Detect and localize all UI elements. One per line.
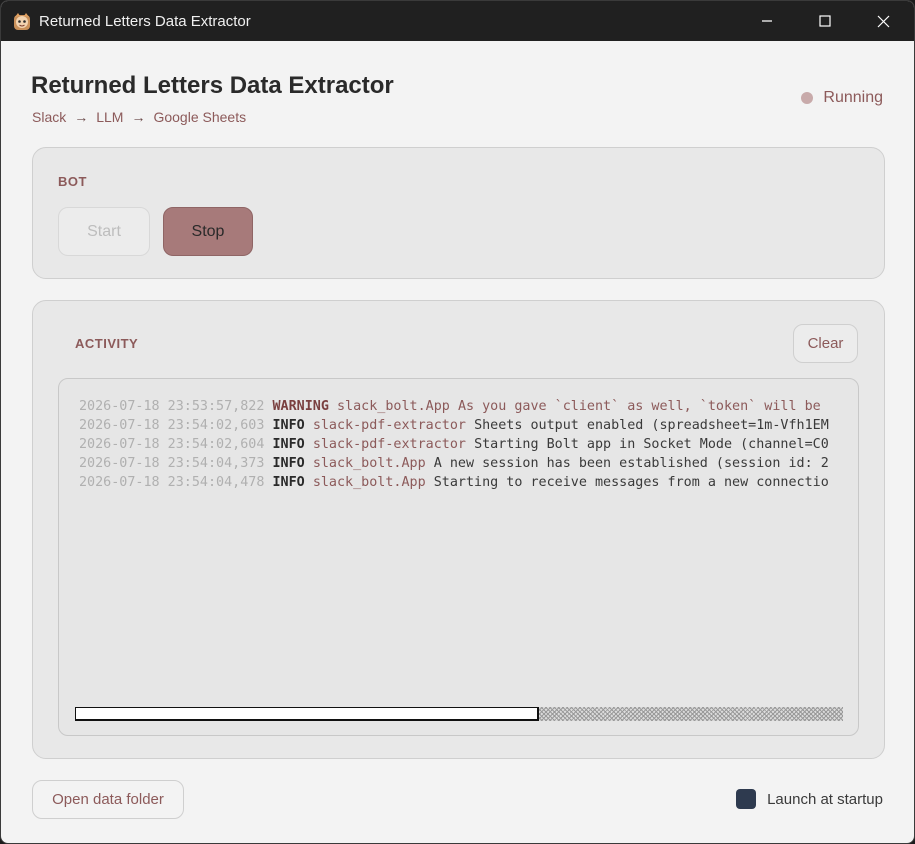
- activity-section-label: ACTIVITY: [75, 336, 139, 351]
- window-title: Returned Letters Data Extractor: [39, 13, 251, 30]
- close-icon: [877, 15, 889, 27]
- log-message: Starting to receive messages from a new …: [433, 475, 829, 490]
- minimize-button[interactable]: [738, 1, 796, 41]
- log-message: A new session has been established (sess…: [433, 456, 829, 471]
- log-source: slack-pdf-extractor: [312, 418, 466, 433]
- log-level: WARNING: [272, 399, 329, 414]
- bot-section-label: BOT: [58, 174, 87, 189]
- log-entry: 2026-07-18 23:54:02,604 INFO slack-pdf-e…: [79, 435, 843, 454]
- log-message: Starting Bolt app in Socket Mode (channe…: [474, 437, 829, 452]
- open-data-folder-button[interactable]: Open data folder: [32, 780, 184, 819]
- scrollbar-thumb[interactable]: [75, 707, 539, 721]
- log-timestamp: 2026-07-18 23:54:04,373: [79, 456, 265, 471]
- main-content: Returned Letters Data Extractor Slack → LL…: [1, 41, 914, 843]
- horizontal-scrollbar[interactable]: [75, 707, 843, 721]
- breadcrumb-arrow-icon: →: [131, 109, 146, 125]
- bot-panel: BOT Start Stop: [32, 147, 885, 279]
- bot-mascot-icon: [14, 13, 30, 30]
- maximize-button[interactable]: [796, 1, 854, 41]
- log-entry: 2026-07-18 23:54:02,603 INFO slack-pdf-e…: [79, 416, 843, 435]
- log-message: Sheets output enabled (spreadsheet=1m-Vf…: [474, 418, 829, 433]
- log-message: As you gave `client` as well, `token` wi…: [457, 399, 821, 414]
- log-entry: 2026-07-18 23:54:04,478 INFO slack_bolt.…: [79, 473, 843, 492]
- status-indicator: Running: [801, 89, 883, 107]
- log-level: INFO: [272, 456, 305, 471]
- log-level: INFO: [272, 418, 305, 433]
- log-level: INFO: [272, 437, 305, 452]
- stop-button[interactable]: Stop: [163, 207, 253, 256]
- status-dot-icon: [801, 92, 814, 104]
- breadcrumb-item-llm: LLM: [96, 109, 124, 125]
- log-timestamp: 2026-07-18 23:54:04,478: [79, 475, 265, 490]
- breadcrumb-item-slack: Slack: [32, 109, 67, 125]
- log-level: INFO: [272, 475, 305, 490]
- title-bar[interactable]: Returned Letters Data Extractor: [1, 1, 914, 41]
- clear-button[interactable]: Clear: [793, 324, 858, 363]
- startup-checkbox[interactable]: [736, 789, 757, 809]
- launch-at-startup-label: Launch at startup: [767, 790, 883, 808]
- activity-panel: ACTIVITY Clear 2026-07-18 23:53:57,822 W…: [32, 300, 885, 759]
- breadcrumb-arrow-icon: →: [74, 109, 89, 125]
- status-text: Running: [823, 89, 883, 106]
- log-timestamp: 2026-07-18 23:54:02,603: [79, 418, 265, 433]
- minimize-icon: [762, 20, 772, 22]
- log-timestamp: 2026-07-18 23:54:02,604: [79, 437, 265, 452]
- breadcrumb-item-google-sheets: Google Sheets: [153, 109, 247, 125]
- log-source: slack_bolt.App: [337, 399, 450, 414]
- page-title: Returned Letters Data Extractor: [31, 72, 394, 99]
- log-source: slack-pdf-extractor: [312, 437, 466, 452]
- breadcrumb: Slack → LLM → Google Sheets: [32, 109, 246, 125]
- log-source: slack_bolt.App: [312, 475, 426, 490]
- log-entry: 2026-07-18 23:53:57,822 WARNING slack_bo…: [79, 397, 843, 416]
- maximize-icon: [819, 15, 831, 27]
- app-window: Returned Letters Data Extractor Returned…: [0, 0, 915, 844]
- launch-at-startup-toggle[interactable]: Launch at startup: [736, 789, 883, 809]
- close-button[interactable]: [854, 1, 912, 41]
- log-entry: 2026-07-18 23:54:04,373 INFO slack_bolt.…: [79, 454, 843, 473]
- start-button[interactable]: Start: [58, 207, 150, 256]
- log-lines: 2026-07-18 23:53:57,822 WARNING slack_bo…: [79, 397, 843, 492]
- log-timestamp: 2026-07-18 23:53:57,822: [79, 399, 265, 414]
- log-source: slack_bolt.App: [312, 456, 426, 471]
- activity-log[interactable]: 2026-07-18 23:53:57,822 WARNING slack_bo…: [58, 378, 859, 736]
